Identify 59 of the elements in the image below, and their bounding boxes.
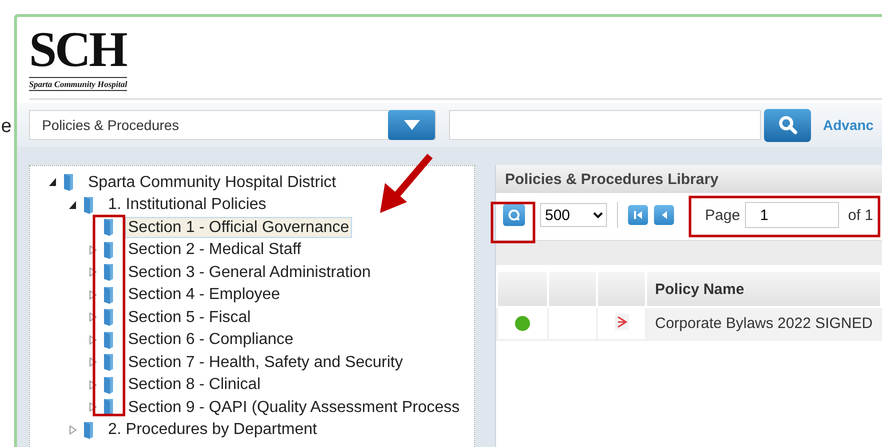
- expand-arrow-icon[interactable]: [89, 402, 97, 412]
- binder-icon: [102, 353, 115, 372]
- pdf-icon: [614, 314, 628, 330]
- collapse-arrow-icon[interactable]: [69, 200, 77, 209]
- tree-item[interactable]: Section 9 - QAPI (Quality Assessment Process: [125, 396, 463, 418]
- highlight-box: [490, 202, 536, 244]
- expand-arrow-icon[interactable]: [69, 424, 77, 435]
- search-icon: [776, 114, 798, 136]
- cut-off-text: e: [1, 116, 13, 138]
- collapse-arrow-icon[interactable]: [49, 178, 57, 186]
- binder-icon: [102, 330, 115, 349]
- tree-item[interactable]: 1. Institutional Policies: [105, 194, 270, 216]
- expand-arrow-icon[interactable]: [89, 357, 97, 368]
- panel-title: Policies & Procedures Library: [505, 170, 718, 188]
- expand-arrow-icon[interactable]: [89, 380, 97, 390]
- expand-arrow-icon[interactable]: [89, 290, 97, 300]
- previous-page-icon: [660, 210, 668, 220]
- binder-icon: [82, 420, 95, 439]
- binder-icon: [82, 196, 95, 214]
- tree-item[interactable]: Section 3 - General Administration: [125, 262, 374, 283]
- first-page-icon: [633, 210, 643, 220]
- binder-icon: [102, 263, 115, 282]
- expand-arrow-icon[interactable]: [89, 244, 97, 255]
- tree-item[interactable]: Section 1 - Official Governance: [125, 216, 352, 238]
- dropdown-caret-icon: [404, 120, 420, 130]
- page-total: of 1: [848, 206, 874, 224]
- logo-subtitle: Sparta Community Hospital: [29, 77, 128, 91]
- tree-item[interactable]: Section 2 - Medical Staff: [125, 239, 304, 260]
- expand-arrow-icon[interactable]: [89, 334, 97, 345]
- binder-icon: [102, 218, 115, 236]
- tree-item[interactable]: 2. Procedures by Department: [105, 419, 320, 440]
- table-cell: Corporate Bylaws 2022 SIGNED: [646, 307, 881, 340]
- binder-icon: [62, 173, 75, 192]
- tree-item[interactable]: Section 4 - Employee: [125, 284, 284, 306]
- previous-page-button[interactable]: [654, 205, 674, 225]
- first-page-button[interactable]: [628, 205, 648, 225]
- expand-arrow-icon[interactable]: [89, 312, 97, 322]
- tree-item[interactable]: Sparta Community Hospital District: [85, 172, 340, 193]
- annotation-arrow: [380, 154, 433, 213]
- column-header: Policy Name: [646, 271, 881, 307]
- binder-icon: [102, 308, 115, 326]
- expand-arrow-icon[interactable]: [89, 267, 97, 278]
- tree-item[interactable]: Section 5 - Fiscal: [125, 306, 254, 328]
- binder-icon: [102, 240, 115, 259]
- binder-icon: [102, 376, 115, 394]
- tree-item[interactable]: Section 6 - Compliance: [125, 329, 296, 350]
- binder-icon: [102, 398, 115, 416]
- search-field[interactable]: [449, 110, 761, 140]
- search-button[interactable]: [764, 108, 811, 142]
- tree-item[interactable]: Section 8 - Clinical: [125, 374, 264, 396]
- logo-text: SCH: [29, 24, 126, 74]
- page-number-field[interactable]: 1: [745, 202, 840, 228]
- binder-icon: [102, 286, 115, 304]
- tree-item[interactable]: Section 7 - Health, Safety and Security: [125, 352, 406, 373]
- search-icon: [507, 208, 521, 222]
- page-label: Page: [705, 206, 740, 224]
- search-button[interactable]: [503, 204, 525, 226]
- page-size-select[interactable]: 500: [540, 203, 607, 227]
- category-dropdown[interactable]: Policies & Procedures: [29, 110, 436, 140]
